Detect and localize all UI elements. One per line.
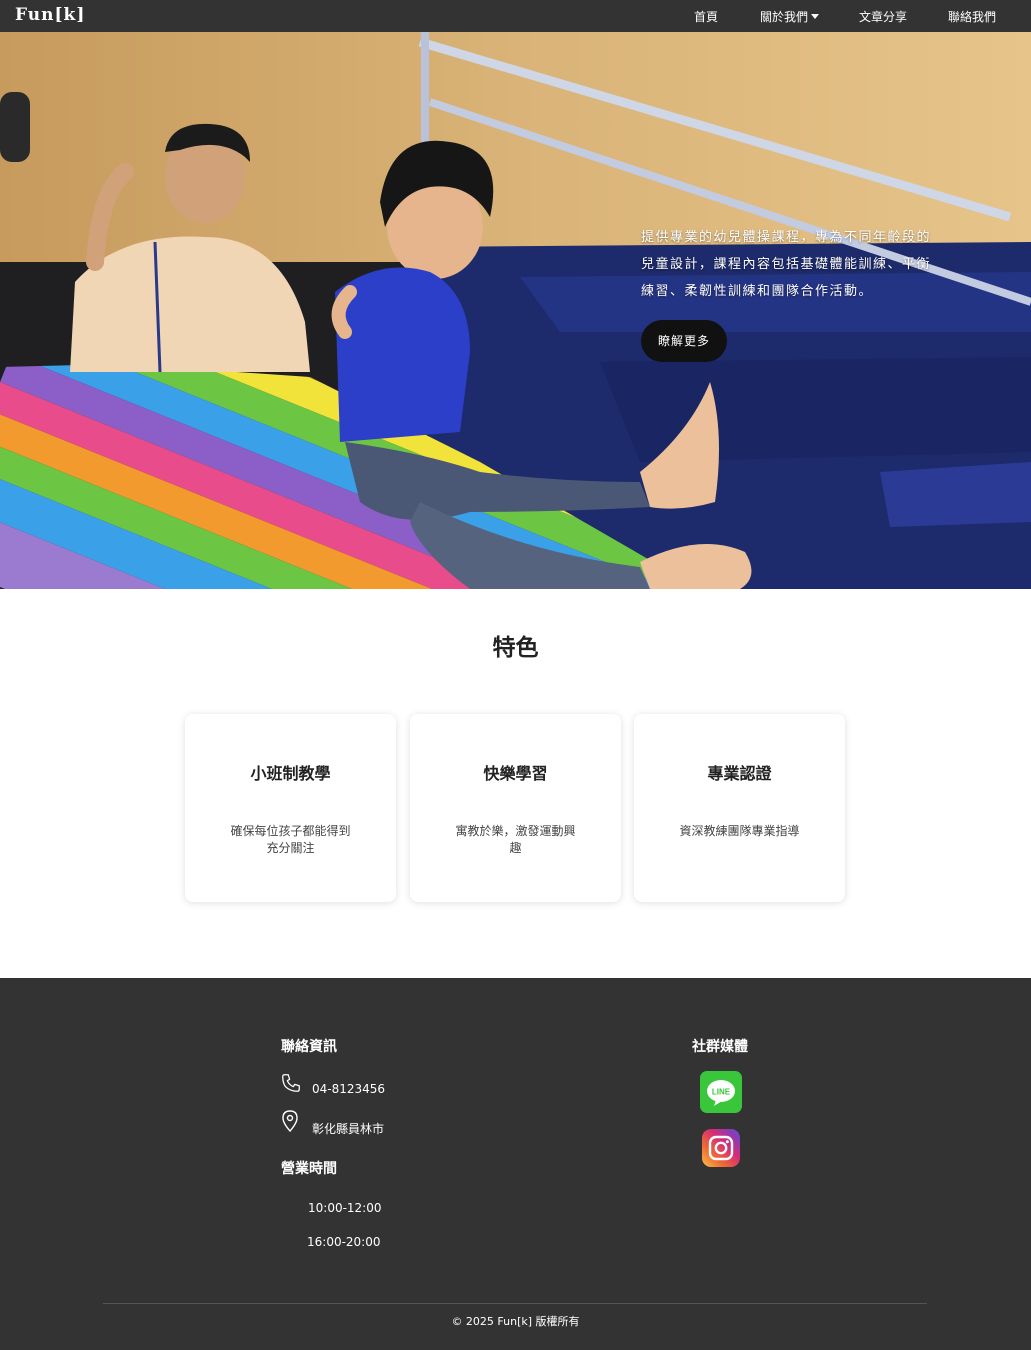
line-logo-shape: LINE [707,1080,735,1106]
chevron-down-icon [811,14,820,19]
social-heading: 社群媒體 [692,1039,748,1055]
feature-card: 小班制教學 確保每位孩子都能得到充分關注 [185,714,396,902]
nav-articles[interactable]: 文章分享 [859,8,907,25]
hero-description: 提供專業的幼兒體操課程，專為不同年齡段的兒童設計，課程內容包括基礎體能訓練、平衡… [641,230,932,299]
address: 彰化縣員林市 [312,1122,385,1136]
footer-divider [103,1303,927,1304]
copyright: © 2025 Fun[k] 版權所有 [451,1315,580,1328]
hours-morning: 10:00-12:00 [308,1201,382,1215]
phone-icon [282,1074,300,1092]
feature-card-title: 小班制教學 [250,764,331,783]
nav-home[interactable]: 首頁 [694,8,718,25]
line-logo-text: LINE [712,1088,731,1097]
feature-card: 專業認證 資深教練團隊專業指導 [634,714,845,902]
features-title: 特色 [492,635,539,661]
line-icon[interactable]: LINE [700,1071,742,1113]
feature-card-description: 資深教練團隊專業指導 [679,824,800,838]
feature-card-description: 確保每位孩子都能得到充分關注 [230,824,351,855]
hours-heading: 營業時間 [281,1161,337,1177]
nav-about-label: 關於我們 [760,10,809,24]
navbar: Fun[k] 首頁 關於我們 文章分享 聯絡我們 [0,0,1031,32]
nav-contact[interactable]: 聯絡我們 [948,8,996,25]
map-pin-icon [282,1110,298,1132]
phone-number[interactable]: 04-8123456 [312,1082,385,1096]
footer: 聯絡資訊 04-8123456 彰化縣員林市 營業時間 10:00-12:00 … [0,978,1031,1350]
feature-card-description: 寓教於樂，激發運動興趣 [455,824,576,855]
hero-photo [0,32,1031,589]
feature-card-title: 專業認證 [707,764,772,783]
hero-banner: 提供專業的幼兒體操課程，專為不同年齡段的兒童設計，課程內容包括基礎體能訓練、平衡… [0,32,1031,589]
contact-heading: 聯絡資訊 [281,1039,337,1055]
feature-card: 快樂學習 寓教於樂，激發運動興趣 [410,714,621,902]
hours-evening: 16:00-20:00 [307,1235,381,1249]
brand-logo[interactable]: Fun[k] [15,5,85,25]
instagram-icon[interactable] [702,1129,740,1167]
instagram-logo-shape [708,1135,734,1161]
nav-about-dropdown[interactable]: 關於我們 [760,8,820,25]
feature-card-title: 快樂學習 [483,764,548,783]
learn-more-button[interactable]: 瞭解更多 [641,320,727,362]
